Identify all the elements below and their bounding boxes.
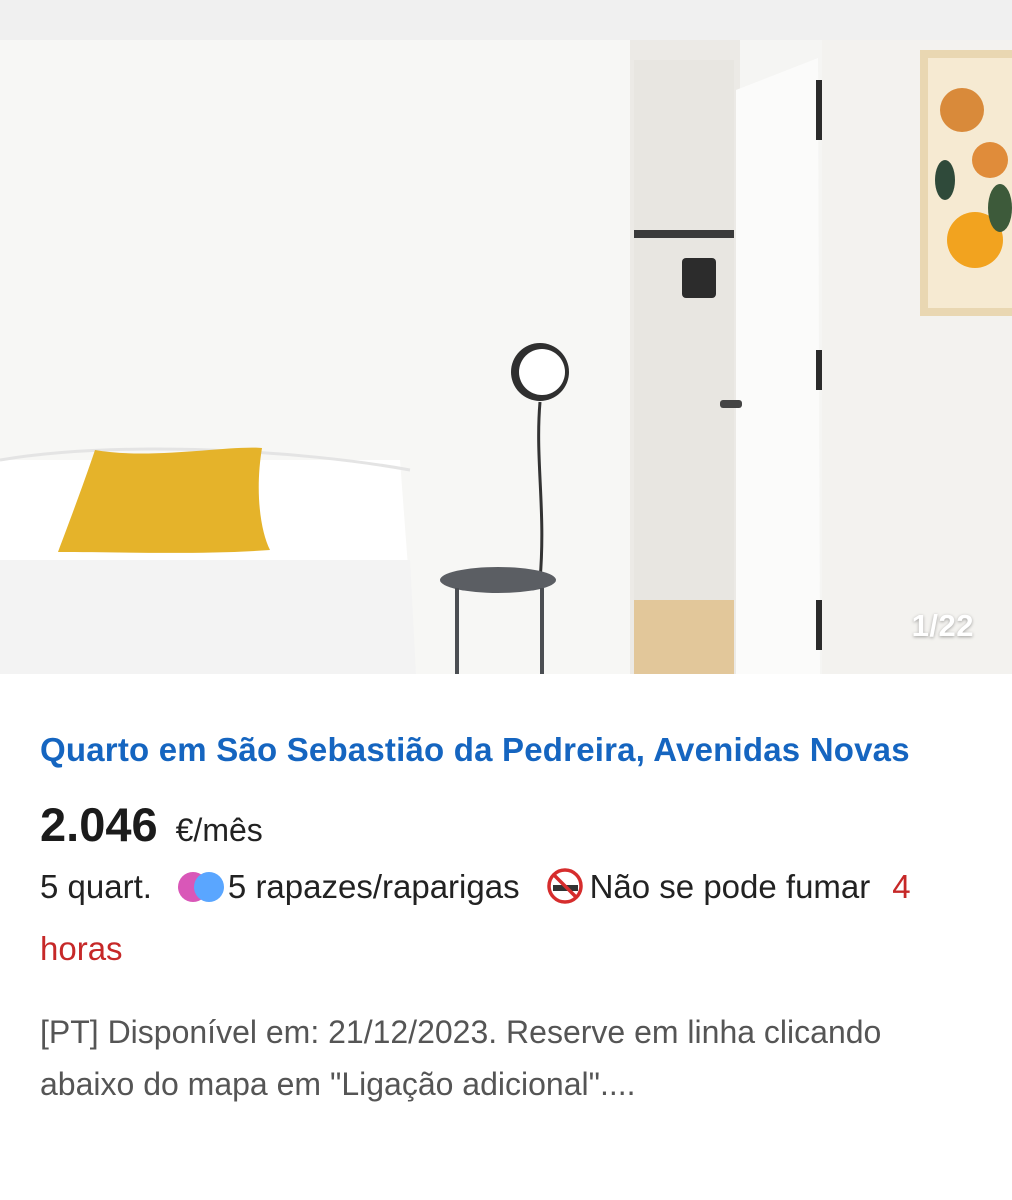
listing-title[interactable]: Quarto em São Sebastião da Pedreira, Ave… — [40, 720, 980, 779]
price-unit: €/mês — [175, 812, 263, 848]
price-row: 2.046 €/mês — [40, 797, 980, 852]
features-line: 5 quart. 5 rapazes/raparigas Não se pode f… — [40, 856, 980, 980]
listing-card[interactable]: 1/22 Quarto em São Sebastião da Pedreira… — [0, 40, 1012, 1200]
price-value: 2.046 — [40, 798, 158, 851]
listing-photo[interactable]: 1/22 — [0, 40, 1012, 674]
room-photo-illustration — [0, 40, 1012, 674]
rooms-count: 5 quart. — [40, 868, 152, 905]
photo-counter: 1/22 — [911, 608, 974, 643]
listing-details: Quarto em São Sebastião da Pedreira, Ave… — [40, 674, 980, 1110]
gender-label: 5 rapazes/raparigas — [227, 868, 520, 905]
smoking-label: Não se pode fumar — [589, 868, 871, 905]
top-strip — [0, 0, 1012, 40]
no-smoking-icon — [546, 868, 583, 904]
listing-description: [PT] Disponível em: 21/12/2023. Reserve … — [40, 1014, 882, 1102]
gender-mixed-icon — [177, 872, 224, 902]
